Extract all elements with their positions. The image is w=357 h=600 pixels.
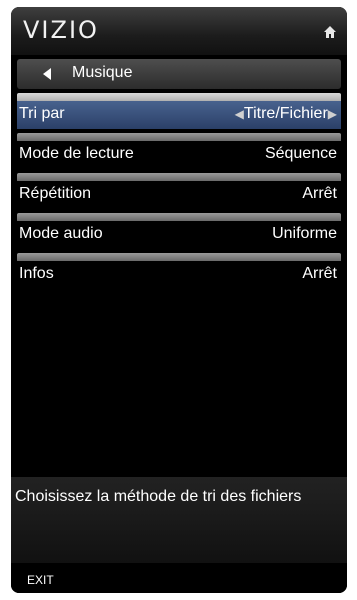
menu-item-label: Mode audio <box>19 225 103 242</box>
menu-header: VIZIO <box>11 7 347 55</box>
menu-item-value[interactable]: ◀Titre/Fichier▶ <box>235 105 337 123</box>
menu-item-tri-par[interactable]: Tri par ◀Titre/Fichier▶ <box>17 93 341 129</box>
menu-item-label: Mode de lecture <box>19 145 134 162</box>
menu-item-repetition[interactable]: Répétition Arrêt <box>17 173 341 209</box>
back-arrow-icon[interactable] <box>43 68 51 80</box>
help-panel: Choisissez la méthode de tri des fichier… <box>11 477 347 563</box>
breadcrumb-label: Musique <box>72 64 133 81</box>
breadcrumb[interactable]: Musique <box>17 59 341 89</box>
right-arrow-icon: ▶ <box>327 107 337 121</box>
left-arrow-icon: ◀ <box>234 107 244 121</box>
menu-item-infos[interactable]: Infos Arrêt <box>17 253 341 289</box>
menu-item-value: Séquence <box>264 145 337 162</box>
home-icon[interactable] <box>323 25 337 39</box>
tv-menu-panel: VIZIO Musique Tri par ◀Titre/Fichier▶ Mo… <box>11 7 347 593</box>
help-text: Choisissez la méthode de tri des fichier… <box>15 488 302 505</box>
vizio-logo: VIZIO <box>23 16 99 44</box>
menu-item-value: Arrêt <box>302 185 337 202</box>
menu-item-label: Infos <box>19 265 54 282</box>
menu-item-label: Tri par <box>19 105 65 122</box>
menu-item-label: Répétition <box>19 185 92 202</box>
exit-button[interactable]: EXIT <box>27 573 54 587</box>
menu-item-value: Uniforme <box>272 225 337 242</box>
footer: EXIT <box>11 563 347 593</box>
menu-item-mode-de-lecture[interactable]: Mode de lecture Séquence <box>17 133 341 169</box>
menu-item-mode-audio[interactable]: Mode audio Uniforme <box>17 213 341 249</box>
menu-item-value: Arrêt <box>302 265 337 282</box>
